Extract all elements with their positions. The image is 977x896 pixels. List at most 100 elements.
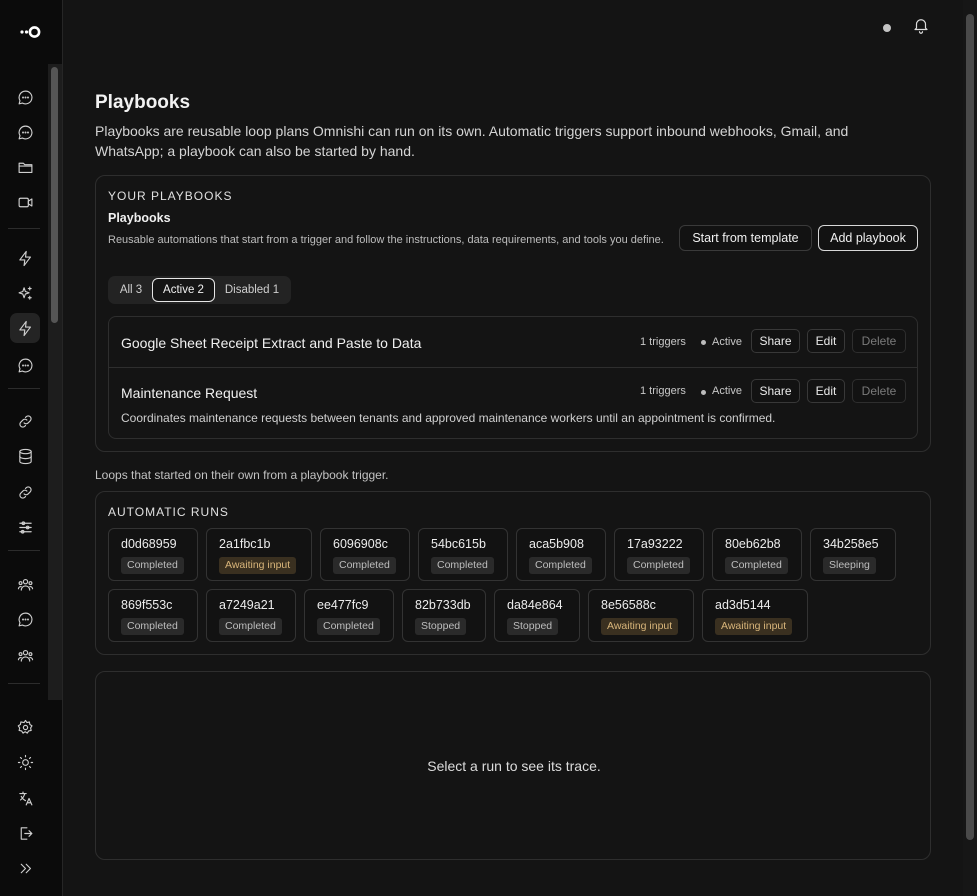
translate-icon [18, 791, 32, 805]
run-card[interactable]: d0d68959 Completed [108, 528, 198, 581]
run-card[interactable]: 6096908c Completed [320, 528, 410, 581]
delete-button[interactable]: Delete [852, 329, 906, 353]
nav-settings-sliders-button[interactable] [10, 512, 40, 542]
sparkles-icon [18, 286, 32, 300]
playbook-filter-tabs: All 3 Active 2 Disabled 1 [108, 276, 291, 304]
omnishi-logo[interactable] [18, 20, 44, 44]
run-status-badge: Completed [317, 618, 380, 635]
run-id: 54bc615b [431, 537, 486, 551]
sidebar-divider [8, 683, 40, 684]
nav-conversations-button[interactable] [10, 350, 40, 380]
playbook-list: Google Sheet Receipt Extract and Paste t… [108, 316, 918, 439]
main-scrollbar-thumb[interactable] [966, 14, 974, 840]
nav-inbox-button[interactable] [10, 604, 40, 634]
playbooks-section-label: YOUR PLAYBOOKS [108, 189, 233, 203]
run-card[interactable]: 2a1fbc1b Awaiting input [206, 528, 312, 581]
run-status-badge: Awaiting input [715, 618, 793, 635]
run-card[interactable]: 869f553c Completed [108, 589, 198, 642]
sidebar-scrollbar-thumb[interactable] [51, 67, 58, 323]
theme-toggle-button[interactable] [10, 747, 40, 777]
playbook-row-title[interactable]: Maintenance Request [121, 385, 257, 401]
run-card[interactable]: a7249a21 Completed [206, 589, 296, 642]
run-status-badge: Completed [431, 557, 494, 574]
sidebar-divider [8, 550, 40, 551]
nav-ai-button[interactable] [10, 278, 40, 308]
run-id: 80eb62b8 [725, 537, 781, 551]
nav-links-button[interactable] [10, 477, 40, 507]
run-status-badge: Completed [333, 557, 396, 574]
run-card[interactable]: aca5b908 Completed [516, 528, 606, 581]
share-button[interactable]: Share [751, 329, 800, 353]
run-trace-panel: Select a run to see its trace. [95, 671, 931, 860]
run-status-badge: Completed [121, 557, 184, 574]
run-id: 869f553c [121, 598, 173, 612]
start-from-template-button[interactable]: Start from template [679, 225, 812, 251]
page-title: Playbooks [95, 92, 191, 113]
filter-tab-active[interactable]: Active 2 [152, 278, 215, 302]
run-id: 34b258e5 [823, 537, 879, 551]
filter-tab-disabled[interactable]: Disabled 1 [216, 278, 288, 302]
share-button[interactable]: Share [751, 379, 800, 403]
run-id: 17a93222 [627, 537, 683, 551]
nav-messages-button[interactable] [10, 117, 40, 147]
run-id: ee477fc9 [317, 598, 369, 612]
run-card[interactable]: 54bc615b Completed [418, 528, 508, 581]
logout-icon [20, 826, 32, 840]
notifications-button[interactable] [912, 16, 930, 34]
delete-button[interactable]: Delete [852, 379, 906, 403]
bell-icon [914, 19, 928, 34]
active-status-dot-icon [701, 340, 706, 345]
run-card[interactable]: 17a93222 Completed [614, 528, 704, 581]
nav-contacts-button[interactable] [10, 640, 40, 670]
chat-bubble-icon [18, 125, 32, 139]
settings-button[interactable] [10, 712, 40, 742]
add-playbook-button[interactable]: Add playbook [818, 225, 918, 251]
run-card[interactable]: 82b733db Stopped [402, 589, 486, 642]
playbooks-subdescription: Reusable automations that start from a t… [108, 234, 664, 246]
run-card[interactable]: 34b258e5 Sleeping [810, 528, 896, 581]
chat-bubble-icon [18, 612, 32, 626]
nav-video-button[interactable] [10, 187, 40, 217]
chat-bubble-icon [18, 90, 32, 104]
nav-playbooks-button[interactable] [10, 313, 40, 343]
playbook-status: Active [712, 336, 742, 348]
link-icon [18, 414, 32, 428]
logout-button[interactable] [10, 818, 40, 848]
run-status-badge: Stopped [415, 618, 467, 635]
nav-team-button[interactable] [10, 569, 40, 599]
run-status-badge: Stopped [507, 618, 559, 635]
lightning-icon [18, 320, 31, 336]
edit-button[interactable]: Edit [807, 329, 845, 353]
run-card[interactable]: 80eb62b8 Completed [712, 528, 802, 581]
language-button[interactable] [10, 783, 40, 813]
nav-database-button[interactable] [10, 441, 40, 471]
run-status-badge: Awaiting input [219, 557, 297, 574]
runs-section-label: AUTOMATIC RUNS [108, 505, 229, 519]
nav-files-button[interactable] [10, 152, 40, 182]
active-status-dot-icon [701, 390, 706, 395]
expand-sidebar-button[interactable] [10, 853, 40, 883]
nav-chats-button[interactable] [10, 82, 40, 112]
playbook-trigger-count: 1 triggers [640, 385, 686, 397]
run-card[interactable]: ee477fc9 Completed [304, 589, 394, 642]
run-id: da84e864 [507, 598, 563, 612]
nav-automations-button[interactable] [10, 243, 40, 273]
trace-empty-message: Select a run to see its trace. [427, 758, 601, 774]
page-description: Playbooks are reusable loop plans Omnish… [95, 123, 849, 159]
edit-button[interactable]: Edit [807, 379, 845, 403]
runs-note: Loops that started on their own from a p… [95, 468, 389, 482]
playbook-row-title[interactable]: Google Sheet Receipt Extract and Paste t… [121, 335, 421, 351]
sidebar-divider [8, 228, 40, 229]
filter-tab-all[interactable]: All 3 [111, 278, 151, 302]
run-card[interactable]: 8e56588c Awaiting input [588, 589, 694, 642]
playbook-row-description: Coordinates maintenance requests between… [121, 411, 776, 425]
users-icon [17, 649, 33, 662]
nav-integrations-button[interactable] [10, 406, 40, 436]
run-card[interactable]: da84e864 Stopped [494, 589, 580, 642]
run-id: ad3d5144 [715, 598, 771, 612]
sliders-icon [18, 520, 32, 534]
run-card[interactable]: ad3d5144 Awaiting input [702, 589, 808, 642]
sidebar-divider [8, 388, 40, 389]
run-id: a7249a21 [219, 598, 275, 612]
status-dot-icon [883, 24, 891, 32]
